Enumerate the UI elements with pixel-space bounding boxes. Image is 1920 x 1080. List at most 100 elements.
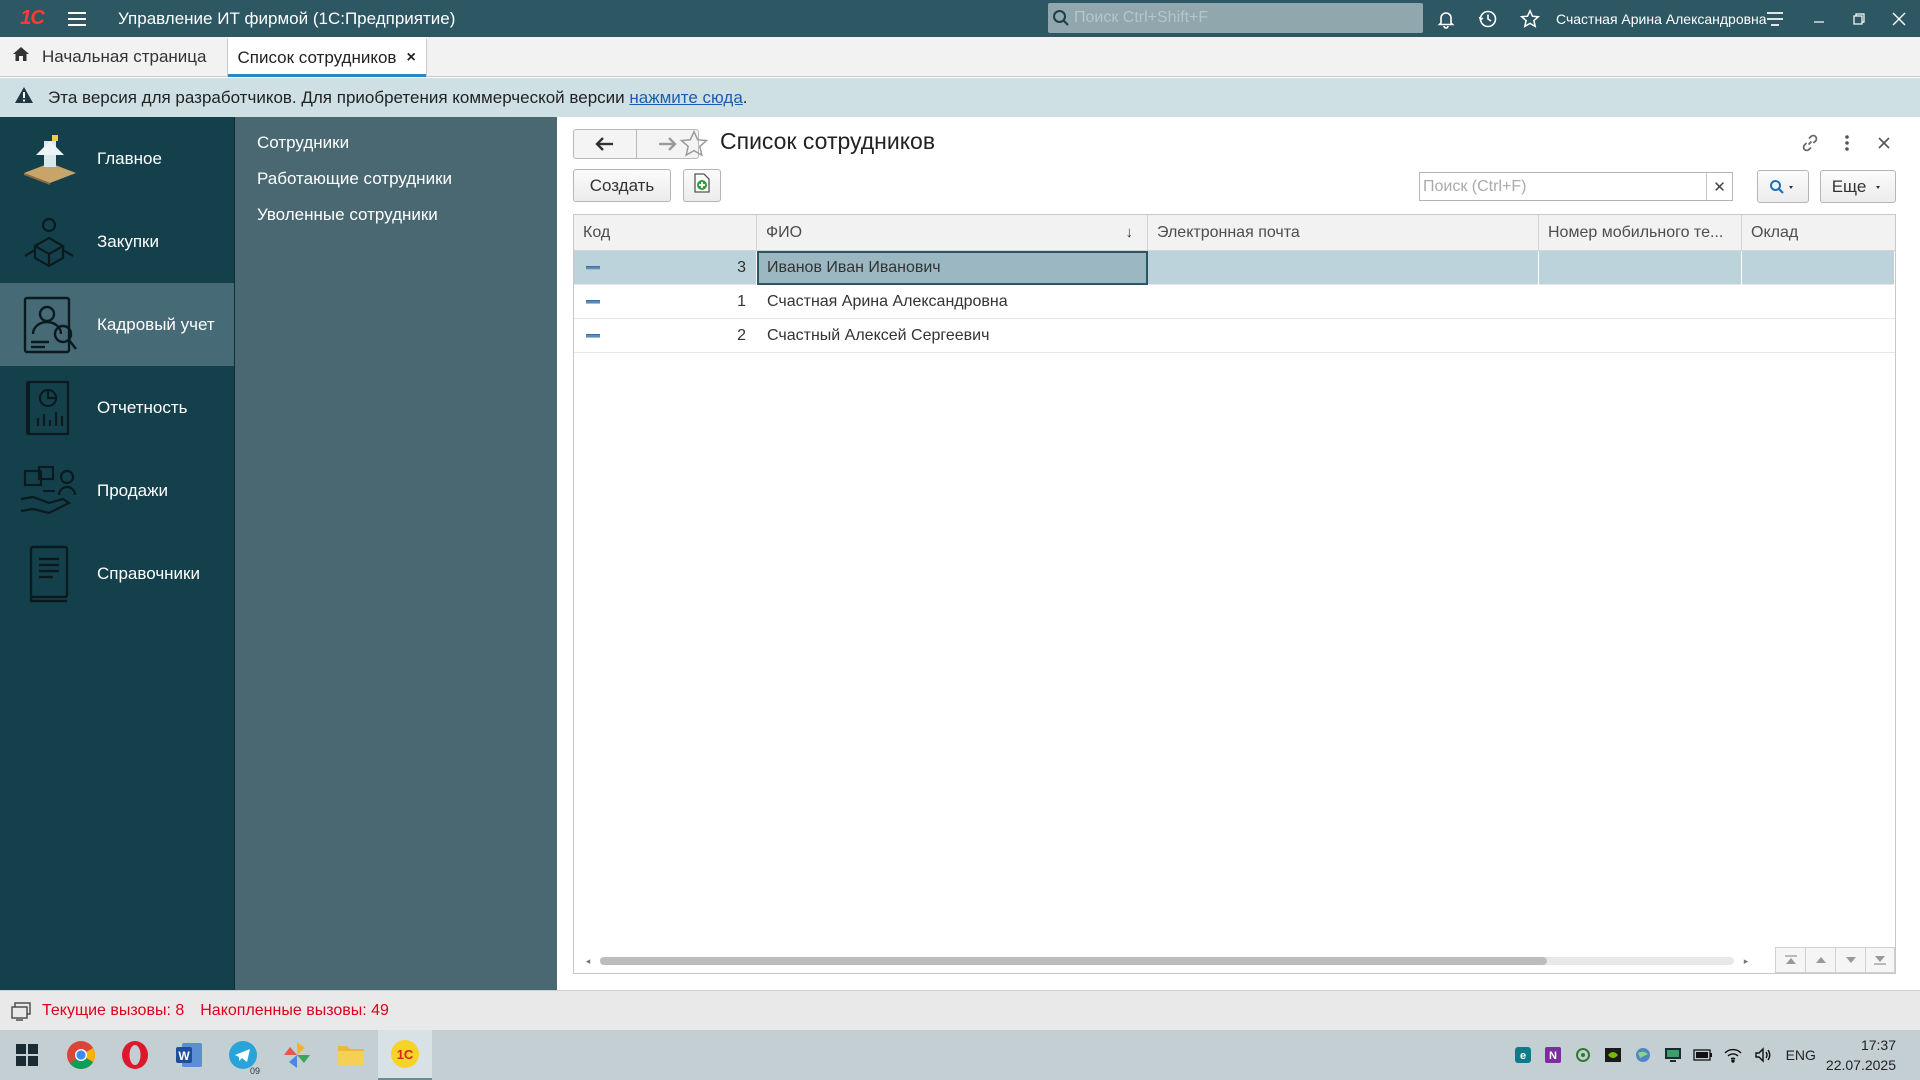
close-form-icon[interactable]: [1868, 127, 1900, 159]
clock-time: 17:37: [1860, 1037, 1896, 1053]
cell-phone[interactable]: [1539, 285, 1742, 319]
battery-icon[interactable]: [1688, 1030, 1718, 1080]
scroll-right-icon[interactable]: ▸: [1740, 956, 1752, 967]
link-icon[interactable]: [1794, 127, 1826, 159]
section-purchases[interactable]: Закупки: [0, 200, 234, 283]
chrome-icon[interactable]: [54, 1030, 108, 1080]
cell-email[interactable]: [1148, 319, 1539, 353]
column-header-code[interactable]: Код: [574, 215, 757, 251]
language-indicator[interactable]: ENG: [1786, 1047, 1816, 1063]
scroll-left-icon[interactable]: ◂: [582, 956, 594, 967]
globe-tray-icon[interactable]: [1628, 1030, 1658, 1080]
tab-close-icon[interactable]: ×: [406, 49, 415, 67]
more-vertical-icon[interactable]: [1831, 127, 1863, 159]
file-explorer-icon[interactable]: [324, 1030, 378, 1080]
1c-logo-text: 1С: [20, 7, 45, 29]
notice-link[interactable]: нажмите сюда: [629, 88, 742, 108]
create-doc-icon: [693, 173, 711, 198]
more-button[interactable]: Еще: [1820, 170, 1896, 203]
column-header-email[interactable]: Электронная почта: [1148, 215, 1539, 251]
cell-fio[interactable]: Иванов Иван Иванович: [757, 251, 1148, 285]
global-search-input[interactable]: [1074, 9, 1414, 27]
scroll-track[interactable]: [600, 957, 1734, 965]
horizontal-scrollbar[interactable]: ◂ ▸: [582, 955, 1752, 967]
submenu-dismissed-employees[interactable]: Уволенные сотрудники: [235, 197, 557, 233]
section-reports[interactable]: Отчетность: [0, 366, 234, 449]
bell-icon[interactable]: [1426, 0, 1466, 37]
cell-fio[interactable]: Счастная Арина Александровна: [757, 285, 1148, 319]
edge-tray-icon[interactable]: e: [1508, 1030, 1538, 1080]
column-header-fio[interactable]: ФИО ↓: [757, 215, 1148, 251]
cell-salary[interactable]: [1742, 285, 1895, 319]
search-options-button[interactable]: [1757, 170, 1809, 203]
scroll-down-icon[interactable]: [1835, 947, 1865, 973]
1c-logo[interactable]: 1С: [10, 0, 54, 37]
minimize-icon[interactable]: [1798, 0, 1840, 37]
windows-start-icon[interactable]: [0, 1030, 54, 1080]
settings-menu-icon[interactable]: [1755, 0, 1795, 37]
tab-home[interactable]: Начальная страница: [0, 37, 227, 76]
windows-list-icon[interactable]: [8, 998, 34, 1024]
submenu-working-employees[interactable]: Работающие сотрудники: [235, 161, 557, 197]
close-window-icon[interactable]: [1878, 0, 1920, 37]
book-icon: [0, 532, 97, 615]
section-label: Закупки: [97, 231, 159, 251]
column-header-phone[interactable]: Номер мобильного те...: [1539, 215, 1742, 251]
favorite-star-icon[interactable]: [677, 127, 711, 161]
cell-phone[interactable]: [1539, 319, 1742, 353]
telegram-icon[interactable]: 09: [216, 1030, 270, 1080]
restore-icon[interactable]: [1838, 0, 1880, 37]
cell-email[interactable]: [1148, 285, 1539, 319]
section-main[interactable]: Главное: [0, 117, 234, 200]
onenote-tray-icon[interactable]: N: [1538, 1030, 1568, 1080]
global-search[interactable]: [1048, 3, 1423, 33]
section-label: Отчетность: [97, 397, 188, 417]
back-arrow-icon[interactable]: [574, 130, 637, 158]
cell-email[interactable]: [1148, 251, 1539, 285]
opera-icon[interactable]: [108, 1030, 162, 1080]
cell-salary[interactable]: [1742, 319, 1895, 353]
wifi-icon[interactable]: [1718, 1030, 1748, 1080]
1c-taskbar-icon[interactable]: 1С: [378, 1030, 432, 1080]
section-hr[interactable]: Кадровый учет: [0, 283, 234, 366]
user-name[interactable]: Счастная Арина Александровна: [1556, 0, 1767, 37]
scroll-up-icon[interactable]: [1805, 947, 1835, 973]
word-icon[interactable]: W: [162, 1030, 216, 1080]
clock[interactable]: 17:37 22.07.2025: [1826, 1035, 1896, 1075]
app-title: Управление ИТ фирмой (1С:Предприятие): [118, 8, 456, 28]
history-icon[interactable]: [1468, 0, 1508, 37]
nvidia-tray-icon[interactable]: [1598, 1030, 1628, 1080]
cell-code: 3: [574, 251, 757, 285]
cell-phone[interactable]: [1539, 251, 1742, 285]
list-search-input[interactable]: [1420, 173, 1706, 200]
star-icon[interactable]: [1510, 0, 1550, 37]
table-row[interactable]: 3 Иванов Иван Иванович: [574, 251, 1895, 285]
row-status-icon: [586, 300, 600, 304]
section-catalogs[interactable]: Справочники: [0, 532, 234, 615]
cell-fio[interactable]: Счастный Алексей Сергеевич: [757, 319, 1148, 353]
table-row[interactable]: 1 Счастная Арина Александровна: [574, 285, 1895, 319]
clear-search-icon[interactable]: ✕: [1706, 173, 1732, 200]
scroll-bottom-icon[interactable]: [1865, 947, 1895, 973]
telegram-badge: 09: [249, 1066, 260, 1076]
sort-arrow-icon: ↓: [1125, 224, 1134, 241]
app-pinwheel-icon[interactable]: [270, 1030, 324, 1080]
more-button-label: Еще: [1831, 176, 1867, 196]
add-copy-button[interactable]: [683, 169, 721, 202]
scroll-thumb[interactable]: [600, 957, 1547, 965]
cell-salary[interactable]: [1742, 251, 1895, 285]
network-share-tray-icon[interactable]: [1568, 1030, 1598, 1080]
monitor-tray-icon[interactable]: [1658, 1030, 1688, 1080]
clock-date: 22.07.2025: [1825, 1057, 1896, 1073]
create-button[interactable]: Создать: [573, 169, 671, 202]
table-row[interactable]: 2 Счастный Алексей Сергеевич: [574, 319, 1895, 353]
volume-icon[interactable]: [1748, 1030, 1778, 1080]
main-menu-icon[interactable]: [68, 0, 98, 37]
tab-employee-list[interactable]: Список сотрудников ×: [226, 37, 427, 77]
submenu-employees[interactable]: Сотрудники: [235, 125, 557, 161]
section-sales[interactable]: Продажи: [0, 449, 234, 532]
scroll-top-icon[interactable]: [1775, 947, 1805, 973]
column-header-salary[interactable]: Оклад: [1742, 215, 1895, 251]
sections-panel: Главное Закупки Кадровый учет Отчетность…: [0, 117, 234, 990]
status-bar: Текущие вызовы: 8 Накопленные вызовы: 49: [0, 990, 1920, 1030]
